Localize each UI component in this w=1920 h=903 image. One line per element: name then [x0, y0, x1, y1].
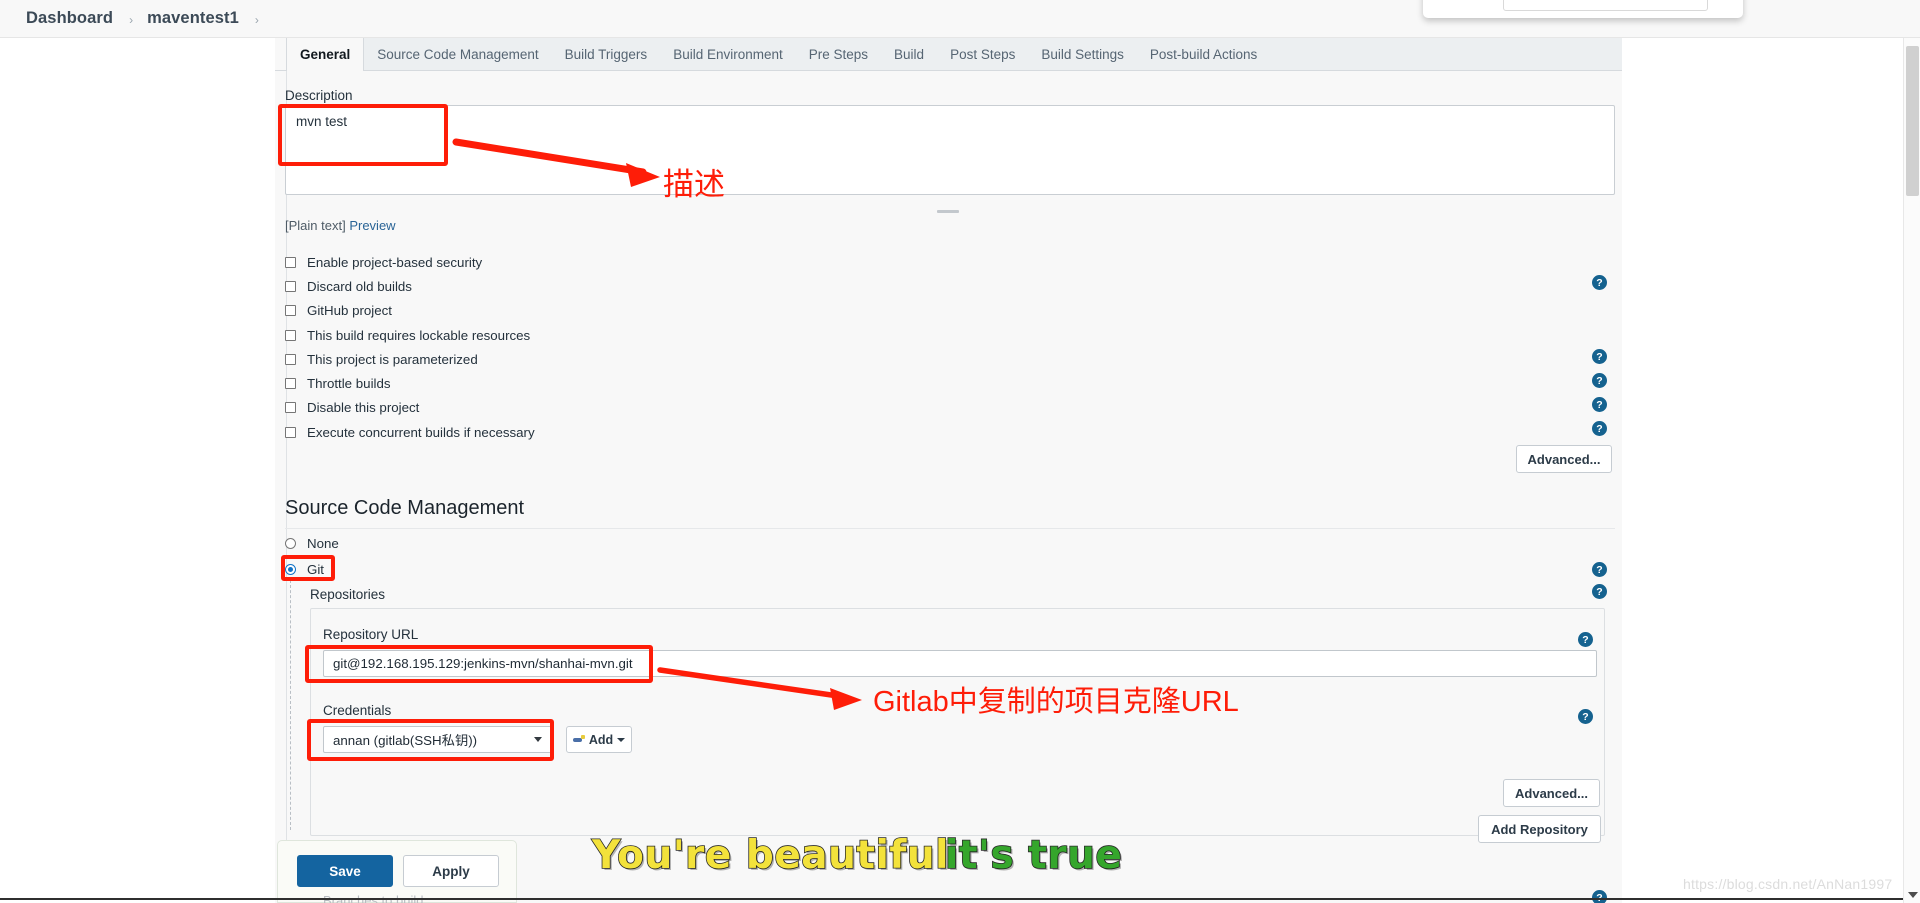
tab-build-triggers[interactable]: Build Triggers — [552, 38, 661, 70]
breadcrumb-item-maventest1[interactable]: maventest1 — [147, 9, 239, 28]
preview-link[interactable]: Preview — [349, 218, 395, 233]
add-repository-button[interactable]: Add Repository — [1478, 815, 1601, 843]
radio-row-none[interactable]: None — [285, 536, 339, 551]
checkbox-label: Throttle builds — [307, 376, 391, 392]
help-icon-discard-old-builds[interactable]: ? — [1592, 275, 1607, 290]
checkbox-icon[interactable] — [285, 426, 296, 438]
watermark-phrase-yellow: You're beautiful — [591, 832, 949, 879]
add-credentials-button[interactable]: Add — [566, 726, 632, 753]
radio-label-git: Git — [307, 562, 324, 577]
help-icon-parameterized[interactable]: ? — [1592, 373, 1607, 388]
tab-post-build-actions[interactable]: Post-build Actions — [1137, 38, 1270, 70]
tab-build-environment[interactable]: Build Environment — [660, 38, 796, 70]
checkbox-row-enable-project-based-security[interactable]: Enable project-based security — [285, 250, 535, 274]
checkbox-row-github-project[interactable]: GitHub project — [285, 299, 535, 323]
help-icon-credentials[interactable]: ? — [1578, 709, 1593, 724]
checkbox-icon[interactable] — [285, 402, 296, 414]
checkbox-label: Discard old builds — [307, 278, 412, 294]
chevron-down-icon — [534, 737, 542, 742]
radio-icon-none[interactable] — [285, 538, 296, 549]
checkbox-label: GitHub project — [307, 303, 392, 319]
plain-text-label: [Plain text] — [285, 218, 346, 233]
key-icon — [572, 735, 586, 744]
credentials-select[interactable]: annan (gitlab(SSH私钥)) — [323, 726, 552, 753]
checkbox-row-throttle-builds[interactable]: Throttle builds — [285, 371, 535, 395]
general-advanced-button[interactable]: Advanced... — [1516, 445, 1612, 473]
checkbox-icon[interactable] — [285, 305, 296, 317]
scm-advanced-button[interactable]: Advanced... — [1503, 779, 1600, 807]
watermark-phrase-green: it's true — [944, 832, 1123, 879]
scrollbar-down-button[interactable] — [1904, 886, 1920, 903]
description-textarea[interactable] — [285, 105, 1615, 195]
help-icon-throttle-builds[interactable]: ? — [1592, 397, 1607, 412]
add-credentials-label: Add — [588, 732, 614, 747]
breadcrumb-separator-icon-2: › — [254, 12, 259, 27]
checkbox-icon[interactable] — [285, 378, 296, 390]
help-icon-scm[interactable]: ? — [1592, 562, 1607, 577]
textarea-resize-grip[interactable] — [937, 210, 959, 213]
description-label: Description — [285, 88, 353, 103]
checkbox-row-disable-this-project[interactable]: Disable this project — [285, 396, 535, 420]
checkbox-label: Execute concurrent builds if necessary — [307, 424, 535, 440]
breadcrumb-item-dashboard[interactable]: Dashboard — [26, 9, 113, 28]
left-side-pane — [0, 38, 275, 903]
checkbox-row-lockable-resources[interactable]: This build requires lockable resources — [285, 323, 535, 347]
jenkins-job-config-page: Dashboard › maventest1 › General Source … — [0, 0, 1920, 903]
repository-url-label: Repository URL — [323, 627, 419, 642]
chevron-down-icon — [617, 737, 626, 742]
radio-label-none: None — [307, 536, 339, 551]
scm-section-heading: Source Code Management — [285, 497, 525, 519]
help-icon-repository-url[interactable]: ? — [1578, 632, 1593, 647]
checkbox-label: Enable project-based security — [307, 254, 483, 270]
right-side-pane — [1623, 38, 1903, 903]
floating-popup-card — [1423, 0, 1743, 18]
chevron-down-icon — [1907, 891, 1918, 898]
checkbox-icon[interactable] — [285, 256, 296, 268]
watermark-blog-url: https://blog.csdn.net/AnNan1997 — [1683, 876, 1893, 892]
radio-icon-git[interactable] — [285, 564, 296, 575]
config-tab-bar: General Source Code Management Build Tri… — [275, 38, 1622, 71]
scm-heading-divider — [285, 528, 1615, 529]
checkbox-icon[interactable] — [285, 353, 296, 365]
checkbox-row-parameterized[interactable]: This project is parameterized — [285, 347, 535, 371]
help-icon-branches[interactable]: ? — [1592, 890, 1607, 903]
tab-build[interactable]: Build — [881, 38, 937, 70]
repositories-label: Repositories — [310, 587, 386, 602]
checkbox-icon[interactable] — [285, 280, 296, 292]
checkbox-row-concurrent-builds[interactable]: Execute concurrent builds if necessary — [285, 420, 535, 444]
scrollbar-thumb[interactable] — [1906, 46, 1919, 196]
radio-row-git[interactable]: Git — [285, 562, 324, 577]
general-options-list: Enable project-based security Discard ol… — [285, 250, 535, 444]
annotation-text-description: 描述 — [663, 167, 725, 202]
window-bottom-edge — [0, 898, 1903, 900]
checkbox-label: This build requires lockable resources — [307, 327, 531, 343]
repository-card — [310, 608, 1605, 836]
checkbox-row-discard-old-builds[interactable]: Discard old builds — [285, 274, 535, 298]
help-icon-lockable-resources[interactable]: ? — [1592, 349, 1607, 364]
credentials-label: Credentials — [323, 703, 392, 718]
annotation-text-repository-url: Gitlab中复制的项目克隆URL — [873, 686, 1239, 718]
apply-button[interactable]: Apply — [403, 855, 499, 887]
repository-url-input[interactable] — [323, 650, 1597, 677]
credentials-selected-value: annan (gitlab(SSH私钥)) — [333, 733, 478, 748]
breadcrumb-separator-icon: › — [129, 12, 134, 27]
page-scrollbar[interactable] — [1903, 0, 1920, 903]
floating-popup-input[interactable] — [1503, 0, 1708, 11]
tab-build-settings[interactable]: Build Settings — [1028, 38, 1137, 70]
save-button[interactable]: Save — [297, 855, 393, 887]
help-icon-concurrent-builds[interactable]: ? — [1592, 421, 1607, 436]
tab-pre-steps[interactable]: Pre Steps — [796, 38, 881, 70]
tab-general[interactable]: General — [286, 38, 365, 71]
checkbox-icon[interactable] — [285, 329, 296, 341]
description-format-row: [Plain text] Preview — [285, 218, 396, 233]
tab-source-code-management[interactable]: Source Code Management — [364, 38, 551, 70]
checkbox-label: Disable this project — [307, 400, 420, 416]
checkbox-label: This project is parameterized — [307, 351, 478, 367]
tab-post-steps[interactable]: Post Steps — [937, 38, 1028, 70]
